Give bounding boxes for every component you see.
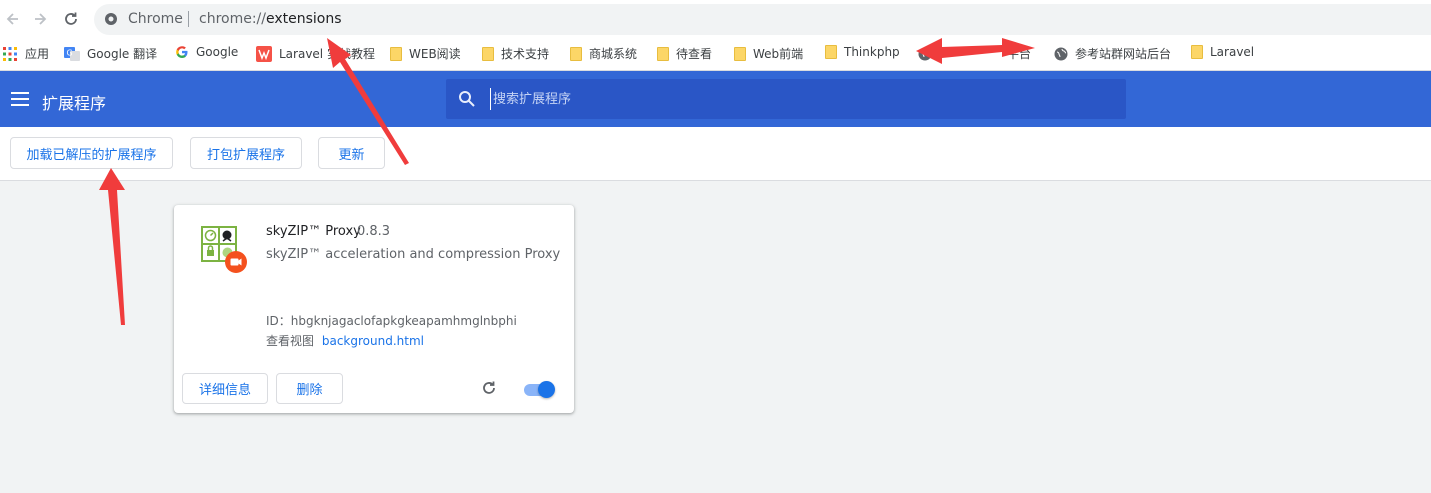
- bookmark-platform[interactable]: 平台: [918, 45, 1031, 62]
- bookmark-folder-laravel[interactable]: Laravel: [1191, 45, 1254, 59]
- url-scheme: chrome://: [199, 11, 266, 27]
- bookmark-apps[interactable]: 应用: [2, 45, 49, 62]
- forward-button[interactable]: [27, 6, 53, 32]
- bookmark-folder-web-reading[interactable]: WEB阅读: [390, 45, 461, 62]
- browser-toolbar: Chrome chrome://extensions: [0, 0, 1431, 38]
- menu-icon[interactable]: [11, 92, 29, 106]
- bookmark-folder-web-frontend[interactable]: Web前端: [734, 45, 803, 62]
- extension-description: skyZIP™ acceleration and compression Pro…: [266, 247, 561, 262]
- folder-icon: [390, 46, 402, 61]
- google-translate-icon: G: [64, 46, 80, 61]
- bookmark-label: 平台: [1007, 47, 1032, 61]
- extension-id: ID：hbgknjagaclofapkgkeapamhmglnbphi: [266, 314, 517, 328]
- search-box[interactable]: [446, 79, 1126, 119]
- extension-card: skyZIP™ Proxy 0.8.3 skyZIP™ acceleration…: [174, 205, 574, 413]
- chrome-page-icon: [105, 13, 117, 25]
- update-button[interactable]: 更新: [318, 137, 385, 169]
- bookmark-google-translate[interactable]: G Google 翻译: [64, 45, 157, 62]
- forward-arrow-icon: [35, 13, 47, 25]
- bookmark-label: Google 翻译: [87, 47, 158, 61]
- annotation-arrow-to-load-button: [99, 168, 125, 325]
- bookmark-label: Google: [196, 45, 239, 59]
- bookmarks-bar: 应用 G Google 翻译 Google Laravel 实战教程 WEB阅读…: [0, 38, 1431, 71]
- omnibox-separator: [188, 11, 189, 27]
- globe-icon: [918, 47, 932, 60]
- folder-icon: [734, 46, 746, 61]
- extensions-page: Chrome chrome://extensions 应用 G Google 翻…: [0, 0, 1431, 493]
- folder-icon: [482, 46, 494, 61]
- bookmark-label: 技术支持: [501, 47, 550, 61]
- extension-inspect-views: 查看视图 background.html: [266, 332, 424, 349]
- bookmark-label: 商城系统: [589, 47, 638, 61]
- extension-version: 0.8.3: [357, 224, 391, 239]
- apps-grid-icon: [3, 46, 17, 61]
- background-page-link[interactable]: background.html: [322, 334, 424, 348]
- bookmark-folder-thinkphp[interactable]: Thinkphp: [825, 45, 900, 59]
- bookmark-label: Thinkphp: [844, 45, 900, 59]
- bookmark-folder-to-view[interactable]: 待查看: [657, 45, 712, 62]
- url-path: extensions: [266, 11, 342, 27]
- laravel-icon: [256, 45, 272, 62]
- load-unpacked-button[interactable]: 加载已解压的扩展程序: [10, 137, 173, 169]
- address-bar[interactable]: Chrome chrome://extensions: [94, 4, 1431, 35]
- bookmark-label: 参考站群网站后台: [1075, 47, 1172, 61]
- search-input[interactable]: [490, 88, 1090, 110]
- extensions-header: 扩展程序: [0, 71, 1431, 127]
- developer-toolbar: 加载已解压的扩展程序 打包扩展程序 更新: [0, 127, 1431, 181]
- bookmark-google[interactable]: Google: [175, 45, 238, 59]
- bookmark-laravel-tutorial[interactable]: Laravel 实战教程: [256, 45, 375, 62]
- globe-icon: [1054, 47, 1068, 60]
- bookmark-label: Laravel: [1210, 45, 1255, 59]
- folder-icon: [825, 45, 837, 59]
- bookmark-label: Laravel 实战教程: [279, 47, 375, 61]
- back-button[interactable]: [0, 6, 26, 32]
- inspect-views-label: 查看视图: [266, 334, 315, 348]
- bookmark-folder-tech-support[interactable]: 技术支持: [482, 45, 549, 62]
- bookmark-label: WEB阅读: [409, 47, 461, 61]
- pack-extension-button[interactable]: 打包扩展程序: [190, 137, 302, 169]
- folder-icon: [657, 46, 669, 61]
- extension-name: skyZIP™ Proxy: [266, 224, 361, 239]
- folder-icon: [1191, 45, 1203, 59]
- back-arrow-icon: [6, 13, 18, 25]
- reload-page-button[interactable]: [58, 6, 84, 32]
- toggle-knob: [538, 381, 555, 398]
- reload-icon: [65, 12, 77, 25]
- reload-extension-icon[interactable]: [481, 380, 497, 396]
- bookmark-label: 应用: [25, 47, 50, 61]
- bookmark-label: Web前端: [753, 47, 804, 61]
- card-divider: [174, 363, 574, 364]
- details-button[interactable]: 详细信息: [182, 373, 268, 404]
- page-title: 扩展程序: [42, 94, 107, 113]
- skyzip-extension-icon: [201, 226, 247, 273]
- google-icon: [176, 46, 188, 58]
- bookmark-label: 待查看: [676, 47, 713, 61]
- remove-button[interactable]: 删除: [276, 373, 343, 404]
- svg-text:G: G: [67, 48, 73, 57]
- enable-toggle[interactable]: [522, 381, 556, 398]
- bookmark-folder-mall-system[interactable]: 商城系统: [570, 45, 637, 62]
- url-text[interactable]: chrome://extensions: [199, 11, 342, 27]
- folder-icon: [570, 46, 582, 61]
- bookmark-reference-admin[interactable]: 参考站群网站后台: [1054, 45, 1171, 62]
- search-icon: [459, 91, 475, 107]
- chrome-chip-label: Chrome: [128, 11, 183, 27]
